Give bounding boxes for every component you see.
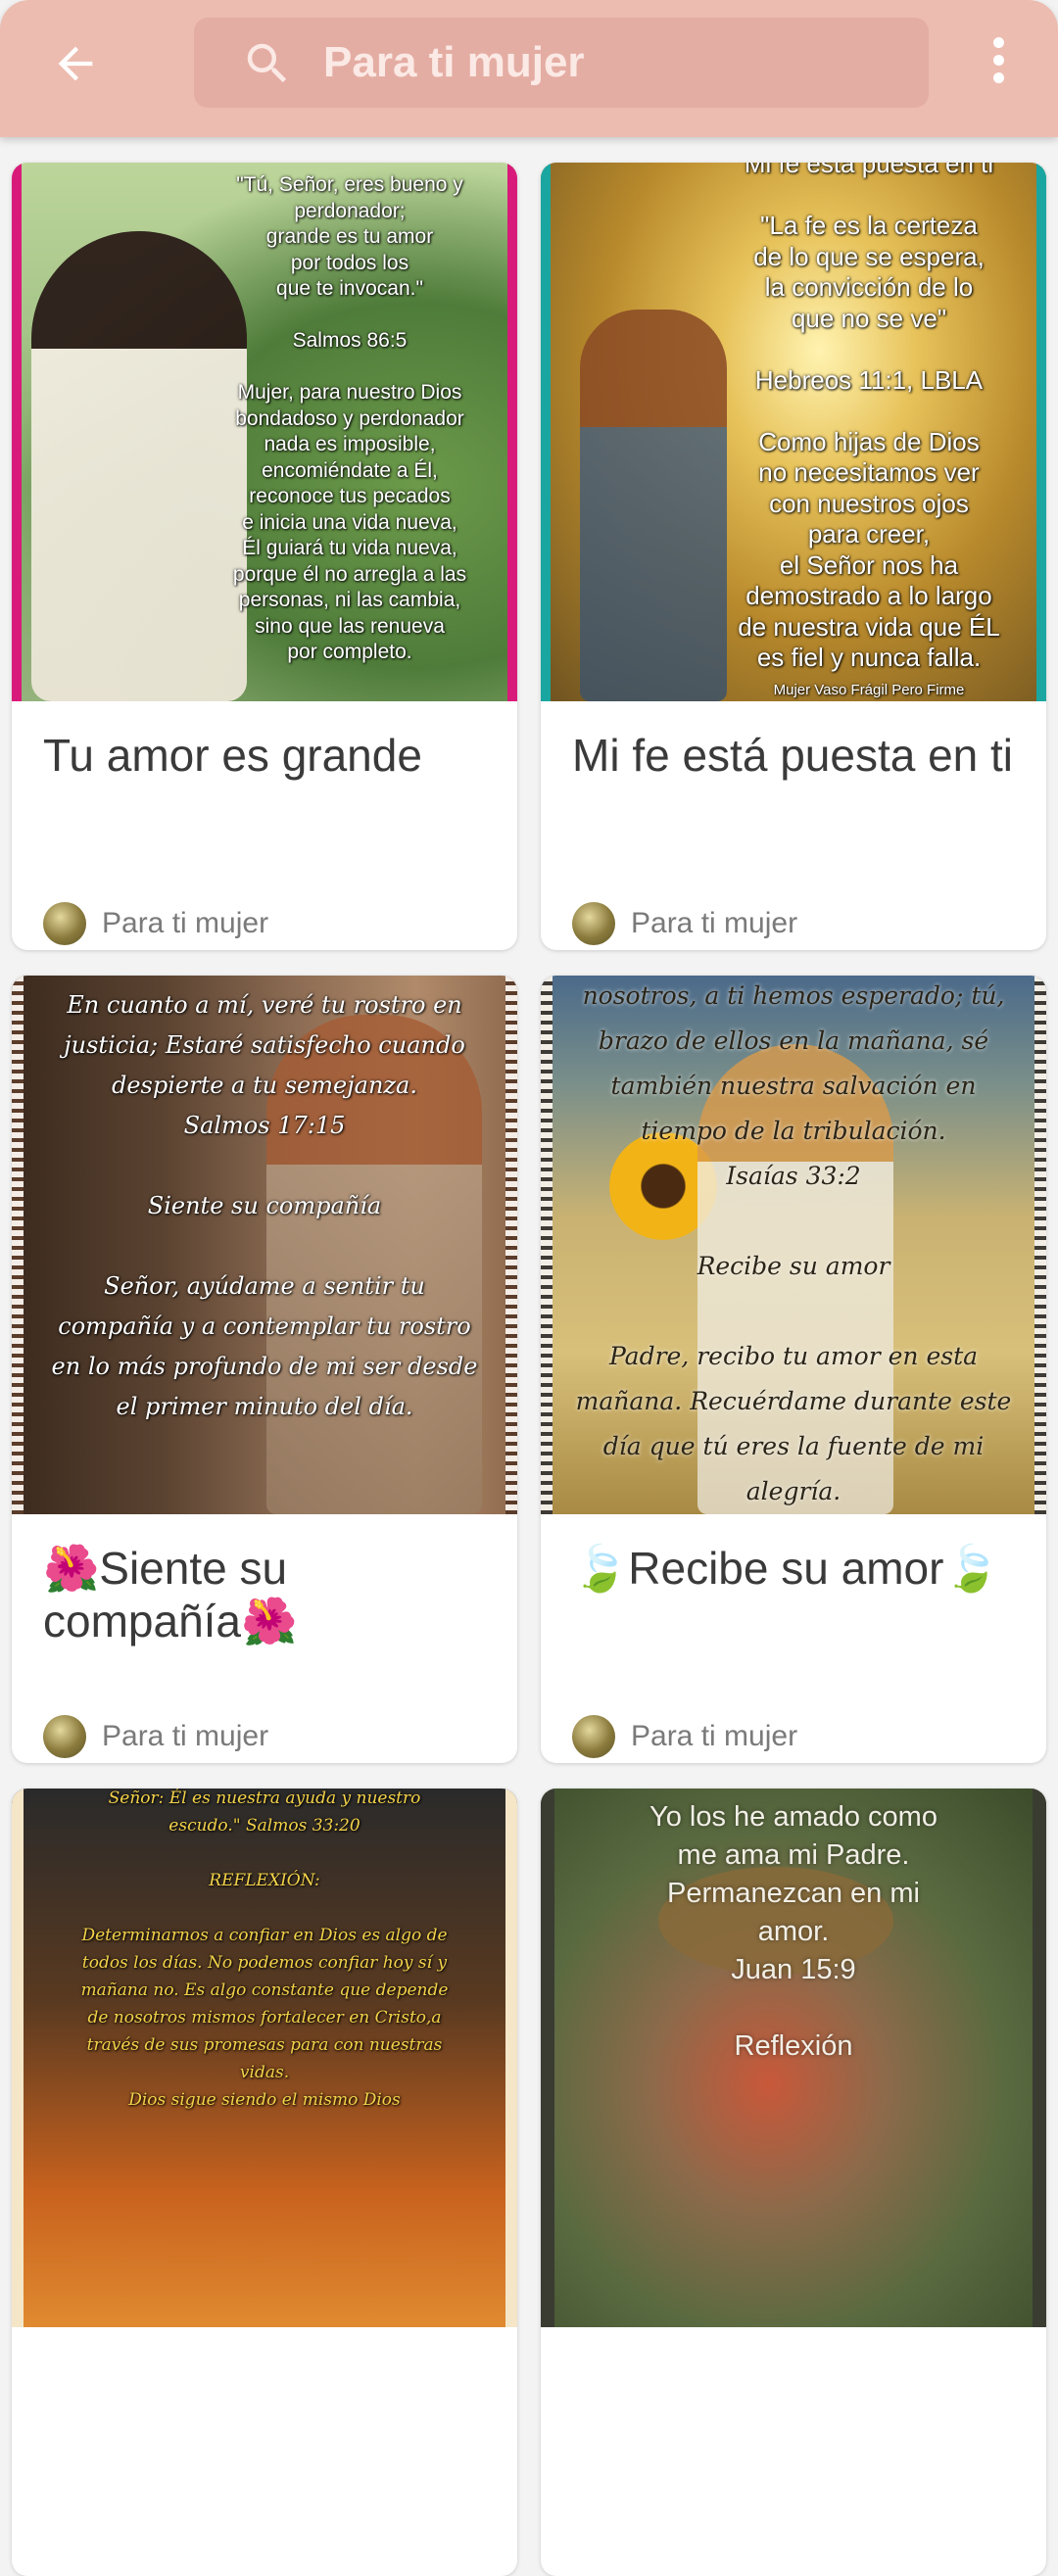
author-avatar	[572, 1715, 615, 1758]
more-options-button[interactable]	[975, 37, 1022, 92]
post-card[interactable]: "Tú, Señor, eres bueno y perdonador; gra…	[12, 163, 517, 950]
search-field[interactable]: Para ti mujer	[194, 18, 929, 108]
post-title: 🌺Siente su compañía🌺	[43, 1543, 298, 1646]
post-title: Tu amor es grande	[43, 730, 422, 781]
post-image: Yo los he amado como me ama mi Padre. Pe…	[541, 1789, 1046, 2327]
post-card[interactable]: nosotros, a ti hemos esperado; tú, brazo…	[541, 976, 1046, 1763]
author-avatar	[43, 902, 86, 945]
post-image: En cuanto a mí, veré tu rostro en justic…	[12, 976, 517, 1514]
author-avatar	[572, 902, 615, 945]
author-avatar	[43, 1715, 86, 1758]
author-name: Para ti mujer	[102, 1720, 269, 1752]
author-name: Para ti mujer	[631, 1720, 798, 1752]
search-icon	[247, 43, 287, 83]
post-card[interactable]: Mi fe está puesta en ti "La fe es la cer…	[541, 163, 1046, 950]
author-name: Para ti mujer	[631, 907, 798, 939]
search-query-text: Para ti mujer	[323, 38, 585, 86]
post-author: Para ti mujer	[43, 1712, 268, 1761]
post-author: Para ti mujer	[43, 899, 268, 948]
post-card[interactable]: Señor: Él es nuestra ayuda y nuestro esc…	[12, 1789, 517, 2576]
post-image-text: En cuanto a mí, veré tu rostro en justic…	[51, 991, 478, 1420]
post-image: nosotros, a ti hemos esperado; tú, brazo…	[541, 976, 1046, 1514]
more-vertical-icon	[975, 37, 1022, 83]
post-image-text: nosotros, a ti hemos esperado; tú, brazo…	[575, 981, 1012, 1505]
author-name: Para ti mujer	[102, 907, 269, 939]
arrow-left-icon	[58, 46, 93, 81]
post-image: Señor: Él es nuestra ayuda y nuestro esc…	[12, 1789, 517, 2327]
post-image-footer: Mujer Vaso Frágil Pero Firme	[773, 682, 965, 698]
post-title: Mi fe está puesta en ti	[572, 730, 1014, 781]
post-image-text: Yo los he amado como me ama mi Padre. Pe…	[649, 1801, 938, 2062]
post-image: Mi fe está puesta en ti "La fe es la cer…	[541, 163, 1046, 701]
post-title: 🍃Recibe su amor🍃	[572, 1543, 1000, 1594]
post-card[interactable]: Yo los he amado como me ama mi Padre. Pe…	[541, 1789, 1046, 2576]
post-image-text: Señor: Él es nuestra ayuda y nuestro esc…	[80, 1789, 449, 2110]
post-card[interactable]: En cuanto a mí, veré tu rostro en justic…	[12, 976, 517, 1763]
post-image-text: "Tú, Señor, eres bueno y perdonador; gra…	[232, 173, 467, 663]
post-author: Para ti mujer	[572, 899, 797, 948]
post-author: Para ti mujer	[572, 1712, 797, 1761]
post-image-text: Mi fe está puesta en ti "La fe es la cer…	[738, 163, 1000, 672]
back-button[interactable]	[43, 31, 108, 96]
app-bar: Para ti mujer	[0, 0, 1058, 137]
woman-figure	[580, 310, 727, 701]
post-image: "Tú, Señor, eres bueno y perdonador; gra…	[12, 163, 517, 701]
